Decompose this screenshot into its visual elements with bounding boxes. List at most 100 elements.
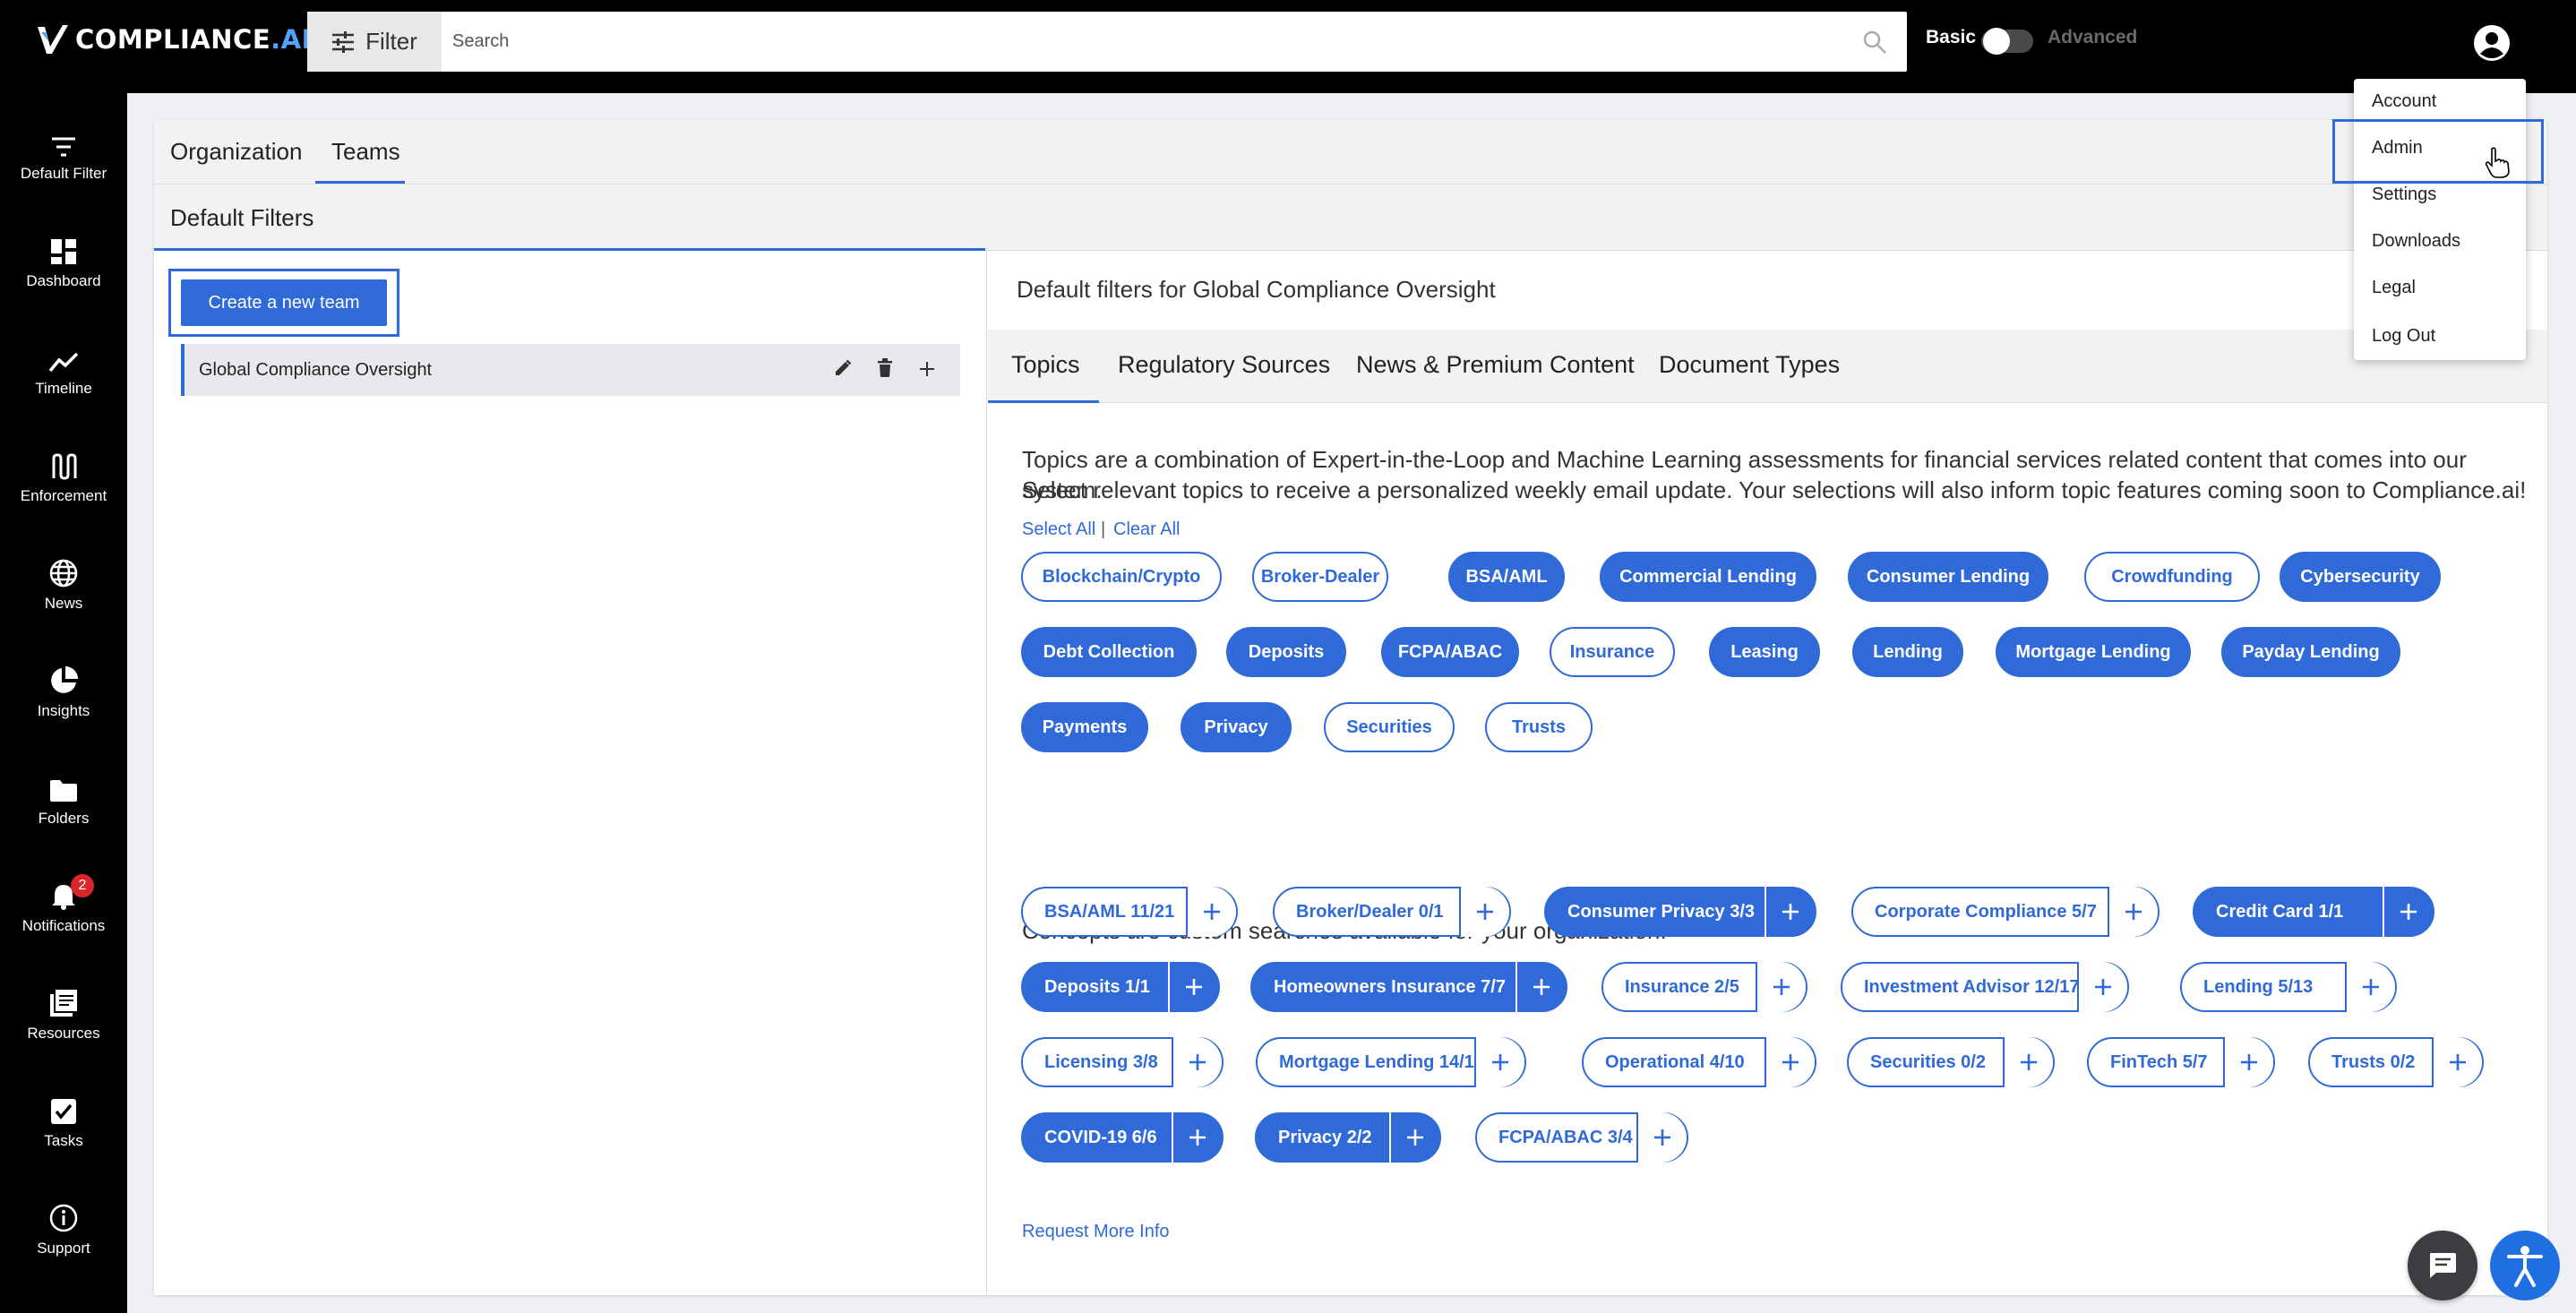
tab-default-filters[interactable]: Default Filters [170,204,313,232]
trash-icon[interactable] [876,358,894,378]
search-input[interactable] [452,12,1832,72]
sidebar-item-label: Support [37,1240,90,1257]
logo[interactable]: COMPLIANCE .AI [36,23,312,56]
team-row[interactable]: Global Compliance Oversight [181,344,960,396]
add-concept-button[interactable] [1516,962,1566,1012]
add-concept-button[interactable] [2432,1037,2482,1087]
concept-pill[interactable]: Lending 5/13 [2180,962,2397,1012]
concept-pill[interactable]: Consumer Privacy 3/3 [1544,887,1816,937]
menu-item-downloads[interactable]: Downloads [2372,231,2460,252]
concept-pill[interactable]: Insurance 2/5 [1601,962,1807,1012]
concept-pill[interactable]: Homeowners Insurance 7/7 [1250,962,1567,1012]
topic-pill[interactable]: Payday Lending [2221,627,2400,677]
add-concept-button[interactable] [1765,887,1815,937]
menu-item-log-out[interactable]: Log Out [2372,326,2435,347]
tab-organization[interactable]: Organization [170,138,302,166]
add-concept-button[interactable] [2223,1037,2273,1087]
sidebar-item-default-filter[interactable]: Default Filter [0,116,127,215]
topics-clear-all[interactable]: Clear All [1113,519,1180,540]
concept-pill[interactable]: Trusts 0/2 [2308,1037,2484,1087]
accessibility-button[interactable] [2490,1231,2560,1300]
topic-pill[interactable]: Securities [1324,702,1455,752]
topic-pill[interactable]: Broker-Dealer [1252,552,1388,602]
sidebar-item-folders[interactable]: Folders [0,761,127,860]
topic-pill[interactable]: Privacy [1181,702,1292,752]
concept-pill[interactable]: COVID-19 6/6 [1021,1112,1224,1163]
menu-item-settings[interactable]: Settings [2372,185,2436,205]
add-concept-button[interactable] [1172,1112,1222,1163]
topic-pill[interactable]: Leasing [1709,627,1820,677]
tab-topics[interactable]: Topics [1011,351,1080,379]
add-concept-button[interactable] [1636,1112,1687,1163]
filter-button[interactable]: Filter [307,12,442,72]
sidebar-item-dashboard[interactable]: Dashboard [0,224,127,322]
filter-tabs: Topics Regulatory Sources News & Premium… [988,330,2547,403]
tab-document-types[interactable]: Document Types [1659,351,1840,379]
add-concept-button[interactable] [2108,887,2158,937]
topic-pill[interactable]: Payments [1021,702,1148,752]
concept-pill[interactable]: Broker/Dealer 0/1 [1273,887,1511,937]
add-concept-button[interactable] [2077,962,2127,1012]
topic-pill[interactable]: Debt Collection [1021,627,1197,677]
user-account-icon[interactable] [2472,23,2512,63]
edit-icon[interactable] [833,358,853,378]
sidebar-item-label: News [44,595,83,612]
sidebar-item-enforcement[interactable]: Enforcement [0,439,127,537]
topic-pill[interactable]: Commercial Lending [1600,552,1816,602]
concept-pill[interactable]: Credit Card 1/1 [2193,887,2434,937]
create-team-button[interactable]: Create a new team [181,279,387,326]
add-concept-button[interactable] [1765,1037,1815,1087]
sidebar-item-news[interactable]: News [0,546,127,645]
concept-pill[interactable]: Deposits 1/1 [1021,962,1220,1012]
sidebar-item-insights[interactable]: Insights [0,654,127,752]
topics-select-all[interactable]: Select All [1022,519,1095,540]
menu-item-account[interactable]: Account [2372,91,2436,112]
topic-pill[interactable]: Trusts [1485,702,1593,752]
add-concept-button[interactable] [1172,1037,1222,1087]
plus-icon[interactable] [919,361,935,377]
add-concept-button[interactable] [1474,1037,1524,1087]
topic-pill[interactable]: Lending [1852,627,1963,677]
topic-label: Consumer Lending [1866,566,2031,587]
topic-pill[interactable]: Blockchain/Crypto [1021,552,1222,602]
concept-pill[interactable]: Investment Advisor 12/17 [1841,962,2129,1012]
concept-pill[interactable]: Operational 4/10 [1582,1037,1816,1087]
topic-pill[interactable]: Cybersecurity [2280,552,2441,602]
concept-pill[interactable]: FCPA/ABAC 3/4 [1475,1112,1688,1163]
mode-toggle[interactable] [1981,28,2033,55]
sidebar-item-tasks[interactable]: Tasks [0,1084,127,1182]
topic-pill[interactable]: FCPA/ABAC [1381,627,1519,677]
add-concept-button[interactable] [2383,887,2433,937]
concept-pill[interactable]: Securities 0/2 [1847,1037,2055,1087]
topic-pill[interactable]: Deposits [1226,627,1346,677]
add-concept-button[interactable] [1389,1112,1439,1163]
concept-pill[interactable]: BSA/AML 11/21 [1021,887,1238,937]
sidebar-item-resources[interactable]: Resources [0,976,127,1075]
topic-pill[interactable]: Consumer Lending [1848,552,2048,602]
tab-teams[interactable]: Teams [331,138,400,166]
add-concept-button[interactable] [1168,962,1218,1012]
sidebar-item-support[interactable]: Support [0,1191,127,1290]
menu-item-legal[interactable]: Legal [2372,278,2416,298]
tab-news-premium[interactable]: News & Premium Content [1356,351,1635,379]
add-concept-button[interactable] [1756,962,1806,1012]
concept-pill[interactable]: FinTech 5/7 [2087,1037,2275,1087]
sidebar-item-notifications[interactable]: 2 Notifications [0,869,127,967]
topic-pill[interactable]: Mortgage Lending [1996,627,2191,677]
topic-pill[interactable]: BSA/AML [1448,552,1565,602]
add-concept-button[interactable] [2345,962,2395,1012]
sidebar-item-timeline[interactable]: Timeline [0,331,127,430]
concept-pill[interactable]: Corporate Compliance 5/7 [1851,887,2160,937]
search-icon[interactable] [1862,30,1887,55]
concept-pill[interactable]: Privacy 2/2 [1255,1112,1441,1163]
concept-pill[interactable]: Mortgage Lending 14/16 [1256,1037,1526,1087]
add-concept-button[interactable] [1186,887,1236,937]
add-concept-button[interactable] [1459,887,1509,937]
request-more-info-link[interactable]: Request More Info [1022,1222,1170,1242]
topic-pill[interactable]: Insurance [1550,627,1675,677]
concept-pill[interactable]: Licensing 3/8 [1021,1037,1224,1087]
tab-regulatory-sources[interactable]: Regulatory Sources [1118,351,1330,379]
add-concept-button[interactable] [2003,1037,2053,1087]
topic-pill[interactable]: Crowdfunding [2084,552,2260,602]
chat-button[interactable] [2408,1231,2477,1300]
